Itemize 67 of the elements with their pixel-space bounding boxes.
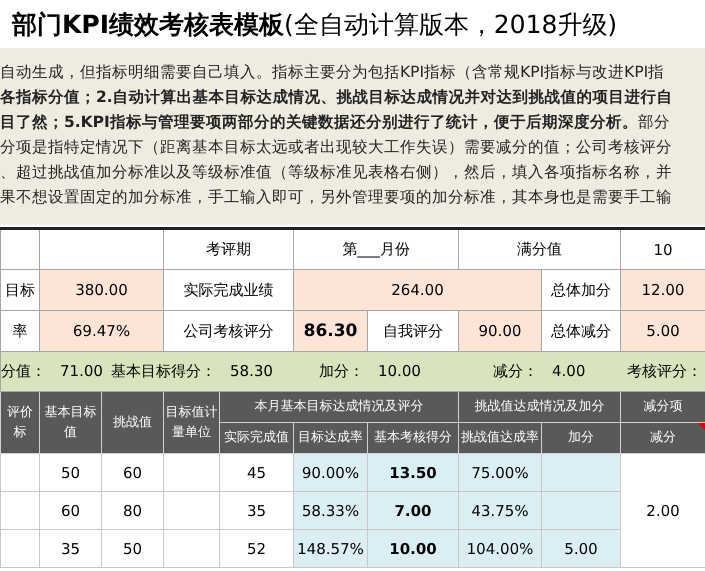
column-header: 减分项 [644, 399, 682, 414]
table-cell: 7.00 [368, 492, 458, 530]
label-cell: 10 [653, 240, 673, 258]
label-cell: 满分值 [517, 240, 562, 258]
table-cell: 90.00% [294, 454, 368, 492]
column-header: 挑战值达成率 [461, 430, 539, 445]
description-line: 果不想设置固定的加分标准，手工输入即可，另外管理要项的加分标准，其本身也是需要手工输 [0, 187, 672, 208]
page-title: 部门KPI绩效考核表模板(全自动计算版本，2018升级) [12, 8, 618, 40]
label-cell: 第___月份 [342, 240, 410, 258]
description-line: 分项是指特定情况下（距离基本目标太远或者出现较大工作失误）需要减分的值；公司考核评分 [0, 137, 672, 158]
column-header: 目标值计量单位 [166, 404, 218, 440]
value-cell: 5.00 [646, 322, 680, 340]
table-cell: 52 [220, 530, 294, 568]
label-cell: 公司考核评分 [184, 322, 274, 340]
table-cell: 10.00 [368, 530, 458, 568]
value-cell: 90.00 [478, 322, 522, 340]
score-label: 分值： [2, 362, 46, 381]
value-cell: 86.30 [304, 321, 358, 341]
value-cell: 380.00 [75, 281, 128, 299]
column-header: 本月基本目标达成情况及评分 [254, 399, 424, 414]
table-cell: 75.00% [458, 454, 542, 492]
label-cell: 目标 [5, 280, 35, 298]
column-header: 挑战值达成情况及加分 [474, 399, 604, 414]
column-header: 加分 [568, 430, 594, 445]
table-cell: 104.00% [458, 530, 542, 568]
value-cell: 69.47% [72, 322, 130, 340]
column-header: 基本目标值 [44, 404, 96, 440]
column-header: 减分 [650, 430, 676, 445]
value-cell: 264.00 [391, 281, 444, 299]
table-cell: 58.33% [294, 492, 368, 530]
table-cell: 148.57% [294, 530, 368, 568]
label-cell: 实际完成业绩 [184, 280, 274, 298]
score-label: 考核评分： [627, 362, 702, 381]
label-cell: 总体减分 [551, 322, 611, 340]
table-cell: 35 [40, 530, 102, 568]
label-cell: 考评期 [206, 240, 251, 258]
table-cell: 2.00 [620, 454, 705, 568]
table-cell: 50 [102, 530, 164, 568]
label-cell: 率 [12, 322, 28, 340]
score-value: 71.00 [60, 362, 103, 381]
description-line: 自动生成，但指标明细需要自己填入。指标主要分为包括KPI指标（含常规KPI指标与改进KPI指 [0, 62, 664, 83]
description-line: 目了然；5.KPI指标与管理要项两部分的关键数据还分别进行了统计，便于后期深度分析。部分 [0, 112, 670, 133]
table-cell: 13.50 [368, 454, 458, 492]
column-header: 基本考核得分 [374, 430, 452, 445]
label-cell: 自我评分 [383, 322, 443, 340]
score-value: 10.00 [378, 362, 421, 381]
label-cell: 总体加分 [551, 280, 611, 298]
description-line: 、超过挑战值加分标准以及等级标准值（等级标准见表格右侧），然后，填入各项指标名称，并 [0, 162, 672, 183]
column-header: 目标达成率 [298, 430, 363, 445]
table-cell: 35 [220, 492, 294, 530]
score-label: 加分： [319, 362, 364, 381]
description-line: 各指标分值；2.自动计算出基本目标达成情况、挑战目标达成情况并对达到挑战值的项目进行自 [0, 87, 673, 108]
score-value: 4.00 [552, 362, 586, 381]
column-header: 挑战值 [113, 414, 152, 430]
score-label: 减分： [493, 362, 538, 381]
table-cell: 45 [220, 454, 294, 492]
score-value: 58.30 [230, 362, 273, 381]
value-cell: 12.00 [642, 281, 684, 299]
table-cell: 60 [102, 454, 164, 492]
table-cell: 60 [40, 492, 102, 530]
table-cell: 50 [40, 454, 102, 492]
table-cell: 43.75% [458, 492, 542, 530]
table-cell: 80 [102, 492, 164, 530]
column-header: 评价标 [7, 404, 33, 440]
score-label: 基本目标得分： [111, 362, 216, 381]
column-header: 实际完成值 [224, 430, 289, 445]
table-cell: 5.00 [542, 530, 620, 568]
